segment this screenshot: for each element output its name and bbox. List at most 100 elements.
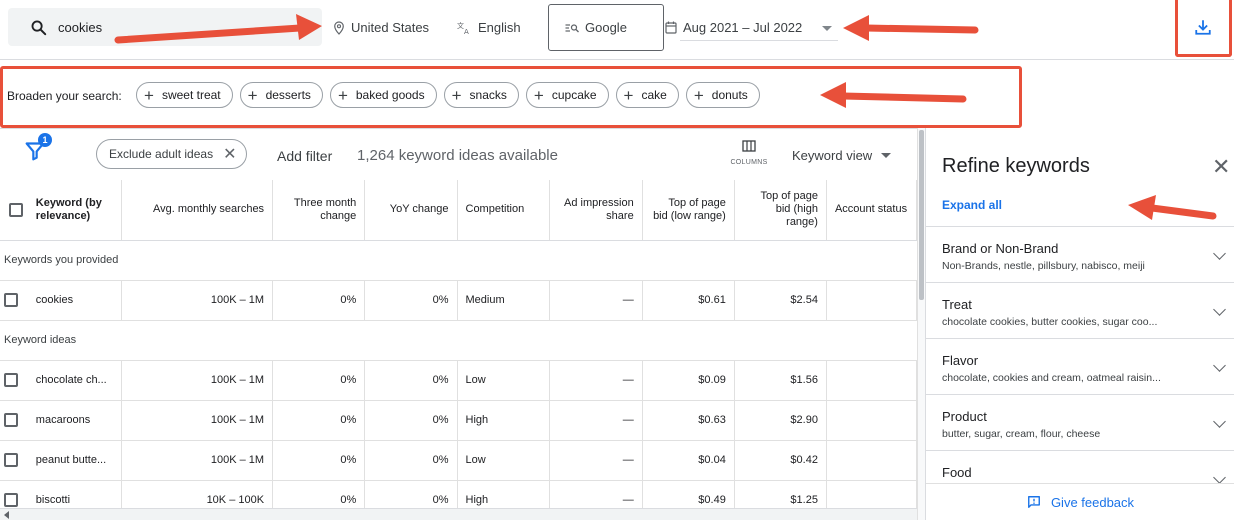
select-all-checkbox[interactable] xyxy=(0,180,28,241)
refine-item[interactable]: Product butter, sugar, cream, flour, che… xyxy=(926,394,1234,450)
date-range-filter[interactable]: Aug 2021 – Jul 2022 xyxy=(665,20,802,35)
broaden-chip[interactable]: + cake xyxy=(615,82,679,108)
add-filter-button[interactable]: Add filter xyxy=(277,148,332,164)
group-row-provided: Keywords you provided xyxy=(0,240,917,281)
plus-icon: + xyxy=(337,85,348,105)
columns-label: COLUMNS xyxy=(730,159,768,166)
col-header-ad-impression[interactable]: Ad impression share xyxy=(549,180,643,241)
horizontal-scrollbar[interactable] xyxy=(0,508,917,520)
location-label: United States xyxy=(351,20,430,35)
date-underline xyxy=(680,40,838,41)
chip-label: baked goods xyxy=(355,88,425,102)
row-checkbox[interactable] xyxy=(0,480,28,510)
close-icon[interactable]: ✕ xyxy=(223,144,236,164)
cell-account-status xyxy=(826,480,917,510)
row-checkbox[interactable] xyxy=(0,400,28,441)
cell-competition: Low xyxy=(457,360,551,401)
download-button[interactable] xyxy=(1175,0,1232,57)
cell-three-month: 0% xyxy=(272,280,366,321)
keyword-view-dropdown[interactable]: Keyword view xyxy=(792,148,892,163)
broaden-chip[interactable]: + baked goods xyxy=(329,82,437,108)
download-icon xyxy=(1195,20,1211,35)
search-icon xyxy=(31,20,47,36)
plus-icon: + xyxy=(144,85,154,105)
broaden-chip[interactable]: + cupcake xyxy=(525,82,609,108)
language-filter[interactable]: 文A English xyxy=(457,20,521,35)
search-input[interactable]: cookies xyxy=(8,8,322,46)
cell-three-month: 0% xyxy=(272,440,366,481)
broaden-chip[interactable]: + desserts xyxy=(239,82,323,108)
scroll-left-icon[interactable] xyxy=(4,511,9,519)
refine-item[interactable]: Treat chocolate cookies, butter cookies,… xyxy=(926,282,1234,338)
refine-item-title: Product xyxy=(942,409,987,424)
chevron-down-icon xyxy=(881,153,892,158)
cell-keyword: peanut butte... xyxy=(27,440,122,481)
col-header-bid-high[interactable]: Top of page bid (high range) xyxy=(734,180,827,241)
chevron-down-icon xyxy=(1213,247,1226,260)
cell-ad-impression: — xyxy=(549,480,643,510)
chevron-down-icon xyxy=(1213,415,1226,428)
chip-label: snacks xyxy=(469,88,507,102)
expand-all-link[interactable]: Expand all xyxy=(942,198,1002,212)
plus-icon: + xyxy=(533,85,544,105)
refine-item-sub: chocolate cookies, butter cookies, sugar… xyxy=(942,316,1158,328)
row-checkbox[interactable] xyxy=(0,280,28,321)
cell-bid-high: $1.56 xyxy=(734,360,827,401)
network-filter[interactable]: Google xyxy=(548,4,664,51)
search-query: cookies xyxy=(58,20,103,35)
vertical-scrollbar[interactable] xyxy=(917,128,925,520)
network-label: Google xyxy=(585,20,627,35)
col-header-yoy[interactable]: YoY change xyxy=(364,180,458,241)
cell-bid-low: $0.09 xyxy=(642,360,735,401)
refine-item[interactable]: Brand or Non-Brand Non-Brands, nestle, p… xyxy=(926,226,1234,282)
broaden-chip[interactable]: + snacks xyxy=(443,82,519,108)
broaden-chip[interactable]: + sweet treat xyxy=(136,82,233,108)
row-checkbox[interactable] xyxy=(0,360,28,401)
cell-competition: Low xyxy=(457,440,551,481)
col-header-avg-monthly[interactable]: Avg. monthly searches xyxy=(121,180,274,241)
cell-yoy: 0% xyxy=(364,400,458,441)
refine-item-title: Flavor xyxy=(942,353,979,368)
chevron-down-icon xyxy=(1213,471,1226,484)
group-row-ideas: Keyword ideas xyxy=(0,320,917,361)
chip-label: desserts xyxy=(265,88,311,102)
cell-avg-monthly: 100K – 1M xyxy=(121,280,274,321)
keyword-count: 1,264 keyword ideas available xyxy=(357,147,558,164)
exclude-adult-chip[interactable]: Exclude adult ideas ✕ xyxy=(96,139,248,169)
location-filter[interactable]: United States xyxy=(333,20,429,35)
cell-yoy: 0% xyxy=(364,440,458,481)
cell-account-status xyxy=(826,400,917,441)
chip-label: donuts xyxy=(711,88,748,102)
cell-avg-monthly: 100K – 1M xyxy=(121,400,274,441)
close-icon[interactable]: ✕ xyxy=(1212,154,1230,180)
table-row[interactable]: macaroons 100K – 1M 0% 0% High — $0.63 $… xyxy=(0,400,917,441)
broaden-chip[interactable]: + donuts xyxy=(685,82,760,108)
col-header-three-month[interactable]: Three month change xyxy=(272,180,366,241)
col-header-bid-low[interactable]: Top of page bid (low range) xyxy=(642,180,735,241)
columns-button[interactable]: COLUMNS xyxy=(728,139,770,166)
cell-bid-high: $0.42 xyxy=(734,440,827,481)
cell-competition: Medium xyxy=(457,280,551,321)
svg-text:文: 文 xyxy=(457,21,464,30)
filter-count-badge: 1 xyxy=(38,133,52,147)
refine-item[interactable]: Flavor chocolate, cookies and cream, oat… xyxy=(926,338,1234,394)
scrollbar-thumb[interactable] xyxy=(919,130,924,300)
table-row[interactable]: cookies 100K – 1M 0% 0% Medium — $0.61 $… xyxy=(0,280,917,321)
cell-keyword: macaroons xyxy=(27,400,122,441)
cell-competition: High xyxy=(457,480,551,510)
col-header-account-status[interactable]: Account status xyxy=(826,180,917,241)
keyword-table-wrap: Keyword (by relevance) Avg. monthly sear… xyxy=(0,180,917,510)
chevron-down-icon[interactable] xyxy=(822,26,832,31)
cell-keyword: chocolate ch... xyxy=(27,360,122,401)
cell-avg-monthly: 10K – 100K xyxy=(121,480,274,510)
row-checkbox[interactable] xyxy=(0,440,28,481)
table-row[interactable]: chocolate ch... 100K – 1M 0% 0% Low — $0… xyxy=(0,360,917,401)
col-header-keyword[interactable]: Keyword (by relevance) xyxy=(27,180,122,241)
col-header-competition[interactable]: Competition xyxy=(457,180,551,241)
cell-three-month: 0% xyxy=(272,480,366,510)
table-row[interactable]: biscotti 10K – 100K 0% 0% High — $0.49 $… xyxy=(0,480,917,510)
chip-label: cake xyxy=(641,88,667,102)
language-label: English xyxy=(478,20,521,35)
give-feedback-button[interactable]: Give feedback xyxy=(926,483,1234,520)
table-row[interactable]: peanut butte... 100K – 1M 0% 0% Low — $0… xyxy=(0,440,917,481)
